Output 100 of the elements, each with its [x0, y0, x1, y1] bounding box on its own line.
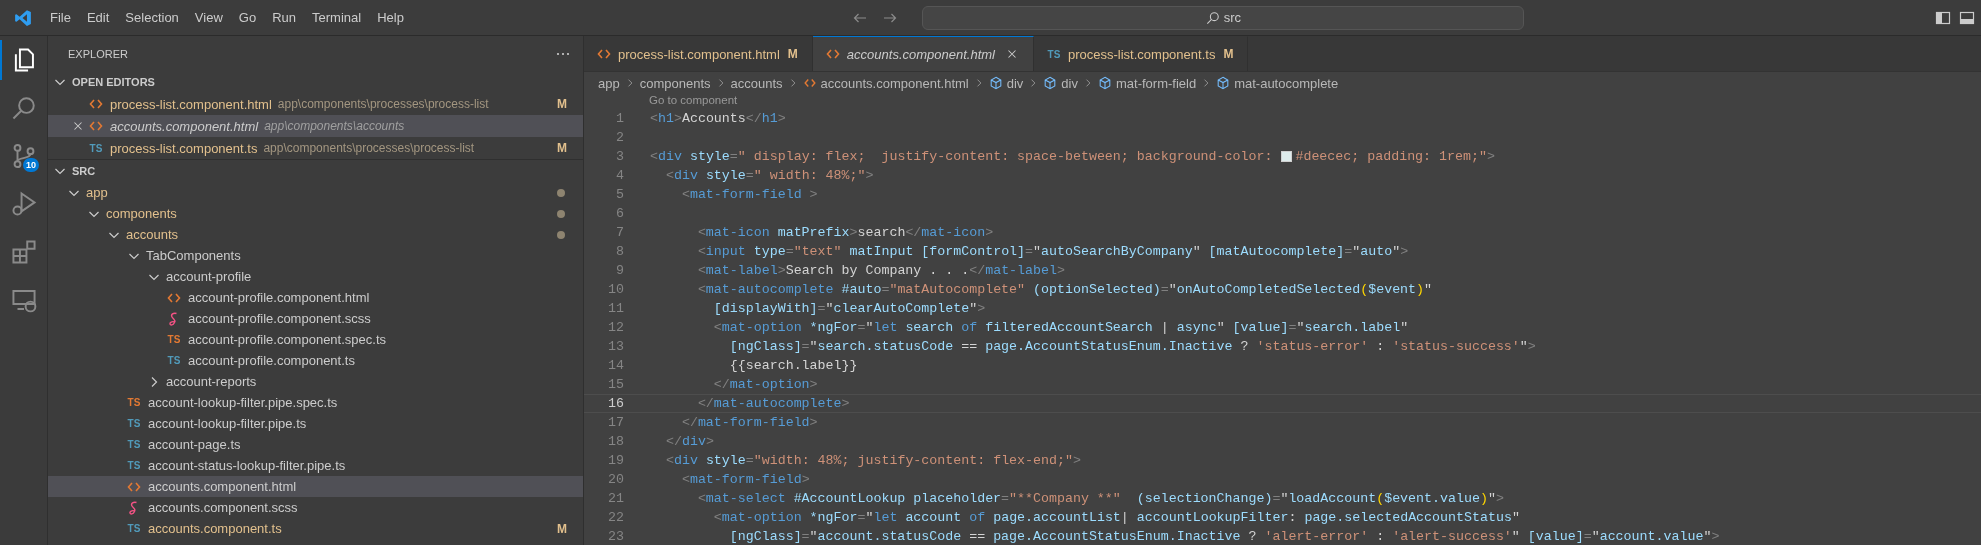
line-number: 11 [607, 301, 624, 316]
extensions-icon[interactable] [10, 239, 37, 265]
search-field[interactable]: src [922, 5, 1525, 30]
line-number: 13 [607, 339, 624, 354]
menu-item[interactable]: Edit [78, 7, 118, 28]
code-text: <mat-icon matPrefix>search</mat-icon> [696, 225, 994, 240]
folder-name: components [106, 206, 177, 221]
line-number: 22 [607, 510, 624, 525]
code-lens-link[interactable]: Go to component [649, 94, 738, 109]
line-number: 7 [615, 225, 624, 240]
section-header[interactable]: OPEN EDITORS [48, 71, 583, 93]
open-editor-item[interactable]: accounts.component.html app\components\accounts [48, 115, 583, 137]
menu-item[interactable]: Help [369, 7, 412, 28]
code-text: </div> [664, 434, 714, 449]
code-text: <h1>Accounts</h1> [650, 111, 786, 126]
tree-item[interactable]: account-profile [48, 266, 583, 287]
line-number: 2 [615, 130, 624, 145]
menu-item[interactable]: Run [264, 7, 304, 28]
editor-tab[interactable]: accounts.component.html [812, 36, 1034, 71]
tree-item[interactable]: TS account-profile.component.spec.ts [48, 329, 583, 350]
section-title: OPEN EDITORS [72, 76, 155, 88]
tree-item[interactable]: accounts [48, 224, 583, 245]
run-debug-icon[interactable] [10, 191, 37, 217]
folder-name: account-profile [166, 269, 252, 284]
modified-indicator: M [787, 47, 798, 61]
code-text: <mat-option *ngFor="let account of page.accountList| accountLookupFilter: page.selectedAccountStatus" [712, 510, 1520, 525]
tree-item[interactable]: account-profile.component.scss [48, 308, 583, 329]
code-text: <mat-label>Search by Company . . .</mat-label> [696, 263, 1065, 278]
html-file-icon [802, 76, 817, 90]
line-number: 3 [615, 149, 624, 164]
line-number: 9 [615, 263, 624, 278]
file-name: process-list.component.ts [110, 140, 258, 156]
tree-item[interactable]: accounts.component.scss [48, 497, 583, 518]
folder-name: accounts [126, 227, 179, 242]
breadcrumb-item[interactable]: div [1006, 75, 1024, 91]
menu-item[interactable]: Selection [117, 7, 187, 28]
tree-item[interactable]: TS account-lookup-filter.pipe.spec.ts [48, 392, 583, 413]
line-number: 8 [615, 244, 624, 259]
tree-item[interactable]: TS account-lookup-filter.pipe.ts [48, 413, 583, 434]
menu-item[interactable]: Go [230, 7, 265, 28]
tree-item[interactable]: TS account-page.ts [48, 434, 583, 455]
tree-item[interactable]: account-reports [48, 371, 583, 392]
code-text: <div style=" display: flex; justify-content: space-between; background-color: [650, 149, 1274, 164]
code-text: [ngClass]="search.statusCode == page.AccountStatusEnum.Inactive ? 'status-error' : 'status-success'"> [728, 339, 1536, 354]
line-number: 16 [607, 396, 624, 411]
code-text: <mat-form-field> [680, 472, 810, 487]
code-text: #deecec; padding: 1rem;"> [1295, 149, 1495, 164]
file-name: account-profile.component.scss [188, 311, 371, 326]
file-name: account-page.ts [148, 437, 241, 452]
ts-file-icon: TS [166, 334, 182, 345]
ts-file-icon: TS [126, 523, 142, 534]
code-text: </mat-autocomplete> [696, 396, 850, 411]
tree-item[interactable]: TabComponents [48, 245, 583, 266]
line-number: 20 [607, 472, 624, 487]
tree-item[interactable]: TS account-status-lookup-filter.pipe.ts [48, 455, 583, 476]
breadcrumb-item[interactable]: accounts.component.html [820, 75, 969, 91]
file-name: accounts.component.scss [148, 500, 298, 515]
panel-toggle-icon[interactable] [1959, 9, 1975, 26]
breadcrumb-item[interactable]: accounts [730, 75, 783, 91]
breadcrumb-item[interactable]: mat-form-field [1115, 75, 1197, 91]
open-editor-item[interactable]: process-list.component.html app\components\processes\process-list M [48, 93, 583, 115]
search-icon[interactable] [10, 95, 37, 121]
line-number: 14 [607, 358, 624, 373]
file-path: app\components\accounts [264, 119, 405, 133]
code-text: [displayWith]="clearAutoComplete"> [712, 301, 986, 316]
code-text: {{search.label}} [728, 358, 858, 373]
code-text: </mat-option> [712, 377, 818, 392]
file-path: app\components\processes\process-list [263, 141, 475, 155]
file-name: account-profile.component.html [188, 290, 370, 305]
breadcrumb-item[interactable]: mat-autocomplete [1234, 75, 1339, 91]
sidebar-toggle-icon[interactable] [1935, 9, 1951, 26]
modified-indicator: M [557, 521, 567, 536]
breadcrumb-item[interactable]: components [639, 75, 711, 91]
ts-file-icon: TS [88, 142, 104, 154]
tree-item[interactable]: TS account-profile.component.ts [48, 350, 583, 371]
folder-name: account-reports [166, 374, 257, 389]
tree-item[interactable]: account-profile.component.html [48, 287, 583, 308]
menu-item[interactable]: Terminal [304, 7, 370, 28]
tree-item[interactable]: accounts.component.html [48, 476, 583, 497]
ts-file-icon: TS [126, 439, 142, 450]
remote-explorer-icon[interactable] [10, 287, 37, 313]
tree-item[interactable]: TS accounts.component.ts M [48, 518, 583, 539]
code-text: <div style="width: 48%; justify-content: flex-end;"> [664, 453, 1081, 468]
code-text: <mat-form-field > [680, 187, 818, 202]
breadcrumb-item[interactable]: div [1061, 75, 1078, 91]
tab-label: process-list.component.ts [1068, 46, 1216, 62]
tree-item[interactable]: app [48, 182, 583, 203]
breadcrumb-item[interactable]: app [598, 75, 620, 91]
line-number: 6 [615, 206, 624, 221]
count-badge: 10 [23, 158, 39, 172]
code-text: <div style=" width: 48%;"> [664, 168, 874, 183]
open-editor-item[interactable]: TS process-list.component.ts app\components\processes\process-list M [48, 137, 583, 159]
menu-item[interactable]: File [42, 7, 79, 28]
section-header[interactable]: SRC [48, 160, 583, 182]
line-number: 21 [607, 491, 624, 506]
code-text: <input type="text" matInput [formControl]="autoSearchByCompany" [matAutocomplete]="auto"> [696, 244, 1409, 259]
tree-item[interactable]: components [48, 203, 583, 224]
line-number: 19 [607, 453, 624, 468]
line-number: 1 [615, 111, 624, 126]
menu-item[interactable]: View [186, 7, 231, 28]
